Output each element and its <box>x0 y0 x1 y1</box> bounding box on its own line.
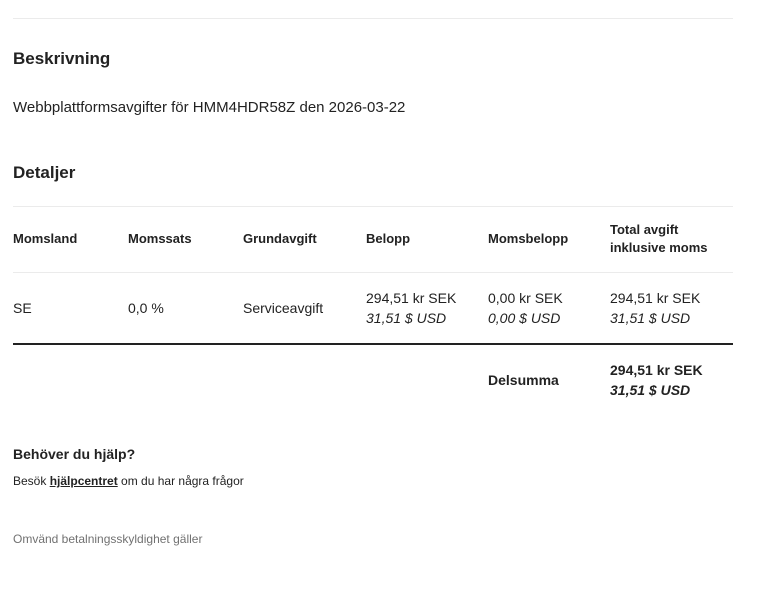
column-header-country: Momsland <box>13 231 78 246</box>
cell-vat-sek: 0,00 kr SEK <box>488 290 563 306</box>
table-top-divider <box>13 206 733 207</box>
cell-total: 294,51 kr SEK 31,51 $ USD <box>610 288 700 328</box>
cell-vat-amount: 0,00 kr SEK 0,00 $ USD <box>488 288 563 328</box>
header-divider <box>13 272 733 273</box>
help-center-link[interactable]: hjälpcentret <box>50 474 118 488</box>
help-prefix: Besök <box>13 474 50 488</box>
column-header-base-fee: Grundavgift <box>243 231 317 246</box>
cell-amount: 294,51 kr SEK 31,51 $ USD <box>366 288 456 328</box>
cell-base-fee: Serviceavgift <box>243 300 324 316</box>
cell-amount-sek: 294,51 kr SEK <box>366 290 457 306</box>
top-divider <box>13 18 733 19</box>
subtotal-divider <box>13 343 733 345</box>
details-heading: Detaljer <box>13 163 76 182</box>
column-header-vat-amount: Momsbelopp <box>488 231 569 246</box>
description-text: Webbplattformsavgifter för HMM4HDR58Z de… <box>13 99 406 116</box>
cell-rate: 0,0 % <box>128 300 164 316</box>
cell-country: SE <box>13 300 32 316</box>
subtotal-value: 294,51 kr SEK 31,51 $ USD <box>610 360 703 400</box>
description-heading: Beskrivning <box>13 49 111 68</box>
help-title: Behöver du hjälp? <box>13 446 136 462</box>
column-header-rate: Momssats <box>128 231 192 246</box>
cell-vat-usd: 0,00 $ USD <box>488 310 561 326</box>
cell-total-usd: 31,51 $ USD <box>610 310 691 326</box>
subtotal-usd: 31,51 $ USD <box>610 382 691 398</box>
cell-total-sek: 294,51 kr SEK <box>610 290 701 306</box>
column-header-total: Total avgift inklusive moms <box>610 222 708 255</box>
cell-amount-usd: 31,51 $ USD <box>366 310 447 326</box>
subtotal-sek: 294,51 kr SEK <box>610 362 703 378</box>
help-text: Besök hjälpcentret om du har några frågo… <box>13 474 244 488</box>
subtotal-label: Delsumma <box>488 372 559 388</box>
column-header-amount: Belopp <box>366 231 411 246</box>
help-suffix: om du har några frågor <box>117 474 244 488</box>
reverse-charge-note: Omvänd betalningsskyldighet gäller <box>13 532 203 546</box>
